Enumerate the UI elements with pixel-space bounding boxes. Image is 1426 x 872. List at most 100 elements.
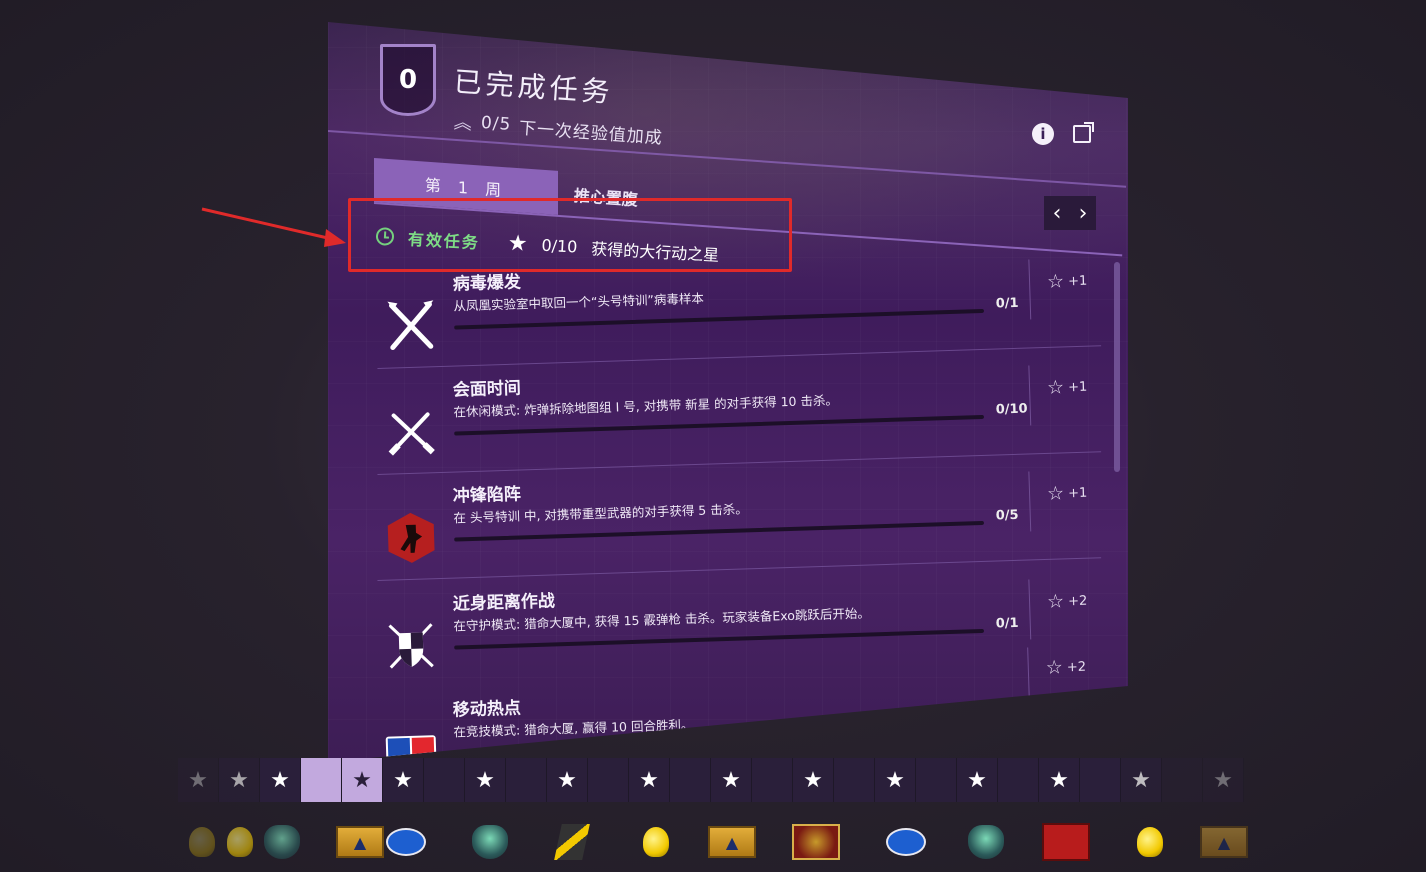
star-cell (506, 758, 547, 802)
star-outline-icon: ☆ (1045, 656, 1064, 679)
reward-item[interactable] (962, 822, 1010, 862)
reward-item[interactable] (792, 822, 840, 862)
reward-item[interactable]: ▲ (708, 822, 756, 862)
star-outline-icon: ☆ (1046, 482, 1065, 505)
star-outline-icon: ☆ (1046, 590, 1065, 613)
mission-item[interactable]: 冲锋陷阵 在 头号特训 中, 对携带重型武器的对手获得 5 击杀。 0/5 ☆ … (374, 461, 1107, 584)
graffiti-bulb-icon (189, 827, 215, 857)
external-link-icon[interactable] (1073, 122, 1094, 143)
mission-title: 近身距离作战 (452, 591, 556, 615)
star-cell: ★ (342, 758, 383, 802)
chevron-up-icon: ︽ (453, 112, 474, 135)
star-cell: ★ (219, 758, 260, 802)
star-cell (424, 758, 465, 802)
star-cell: ★ (178, 758, 219, 802)
mission-reward-value: +1 (1067, 273, 1088, 289)
star-cell: ★ (1203, 758, 1244, 802)
speech-bubble-sticker-icon (386, 828, 426, 856)
star-cell (834, 758, 875, 802)
star-cell (998, 758, 1039, 802)
weapon-case-icon: ▲ (1200, 826, 1248, 858)
mission-title: 冲锋陷阵 (452, 484, 522, 507)
mission-title: 移动热点 (452, 698, 522, 721)
reward-item[interactable] (258, 822, 306, 862)
reward-item[interactable]: ▲ (1200, 822, 1248, 862)
crossed-knives-icon (375, 396, 447, 468)
mission-separator (1028, 365, 1032, 426)
star-cell: ★ (875, 758, 916, 802)
mission-reward: ☆ +1 (1047, 270, 1088, 293)
reward-item[interactable] (1042, 822, 1090, 862)
terrorist-badge-icon (375, 502, 447, 574)
rank-value: 0 (398, 65, 418, 95)
star-cell: ★ (629, 758, 670, 802)
star-cell: ★ (465, 758, 506, 802)
reward-item[interactable] (1126, 822, 1174, 862)
graffiti-bulb-icon (227, 827, 253, 857)
mission-item[interactable]: 近身距离作战 在守护模式: 猎命大厦中, 获得 15 霰弹枪 击杀。玩家装备Ex… (374, 569, 1107, 692)
star-cell (1080, 758, 1121, 802)
mission-separator (1028, 471, 1032, 532)
shield-swords-icon (375, 610, 447, 682)
star-cell (916, 758, 957, 802)
star-cell: ★ (383, 758, 424, 802)
mission-reward-value: +2 (1066, 659, 1087, 675)
mission-reward: ☆ +2 (1047, 590, 1088, 613)
star-cell: ★ (1039, 758, 1080, 802)
mission-reward: ☆ +2 (1045, 656, 1086, 679)
star-track: ★ ★ ★ ★ ★ ★ ★ ★ ★ ★ ★ ★ ★ ★ ★ (178, 758, 1248, 802)
info-icon[interactable]: i (1032, 123, 1054, 145)
rank-shield-icon: 0 (380, 44, 436, 116)
star-cell (1162, 758, 1203, 802)
mission-progress-value: 0/1 (995, 615, 1019, 632)
star-cell: ★ (957, 758, 998, 802)
weapon-case-icon: ▲ (708, 826, 756, 858)
star-outline-icon: ☆ (1046, 270, 1065, 293)
star-cell: ★ (711, 758, 752, 802)
mission-reward-value: +1 (1067, 379, 1088, 395)
highlight-box (348, 198, 792, 272)
star-cell: ★ (547, 758, 588, 802)
annotation-arrow-icon (201, 207, 346, 247)
mission-reward-value: +1 (1067, 485, 1088, 501)
reward-item[interactable] (548, 822, 596, 862)
star-cell: ★ (1121, 758, 1162, 802)
graffiti-bulb-icon (643, 827, 669, 857)
red-case-icon (1042, 823, 1090, 861)
canals-collection-icon (792, 824, 840, 860)
chevron-right-icon[interactable]: › (1079, 201, 1088, 226)
reward-item[interactable] (466, 822, 514, 862)
dragon-patch-icon (472, 825, 508, 859)
mission-reward: ☆ +1 (1047, 376, 1088, 399)
mission-separator (1028, 579, 1032, 640)
reward-item[interactable] (382, 822, 430, 862)
mission-progress-value: 0/5 (995, 507, 1019, 524)
missions-panel: 0 已完成任务 ︽ 0/5 下一次经验值加成 i 第 1 周 推心置腹 ‹ › … (328, 22, 1128, 762)
weapon-case-icon: ▲ (336, 826, 384, 858)
reward-item[interactable]: ▲ (336, 822, 384, 862)
xp-progress-value: 0/5 (480, 112, 512, 135)
mission-item[interactable]: 会面时间 在休闲模式: 炸弹拆除地图组 I 号, 对携带 新星 的对手获得 10… (374, 355, 1107, 478)
star-outline-icon: ☆ (1046, 376, 1065, 399)
mission-progress-value: 0/10 (995, 401, 1028, 418)
reward-item[interactable] (216, 822, 264, 862)
star-cell (301, 758, 342, 802)
star-cell: ★ (793, 758, 834, 802)
star-cell (670, 758, 711, 802)
mission-progress-value: 0/1 (995, 295, 1019, 312)
star-cell (752, 758, 793, 802)
crossed-swords-icon (375, 290, 447, 362)
star-cell (588, 758, 629, 802)
lightning-sticker-icon (554, 824, 590, 860)
mission-title: 会面时间 (452, 378, 522, 401)
mission-reward-value: +2 (1067, 593, 1088, 609)
reward-item[interactable] (882, 822, 930, 862)
dragon-patch-icon (968, 825, 1004, 859)
graffiti-bulb-icon (1137, 827, 1163, 857)
chevron-left-icon[interactable]: ‹ (1053, 201, 1062, 226)
speech-bubble-sticker-icon (886, 828, 926, 856)
scrollbar[interactable] (1114, 262, 1120, 472)
week-navigation: ‹ › (1044, 196, 1096, 230)
reward-item[interactable] (632, 822, 680, 862)
mission-reward: ☆ +1 (1047, 482, 1088, 505)
